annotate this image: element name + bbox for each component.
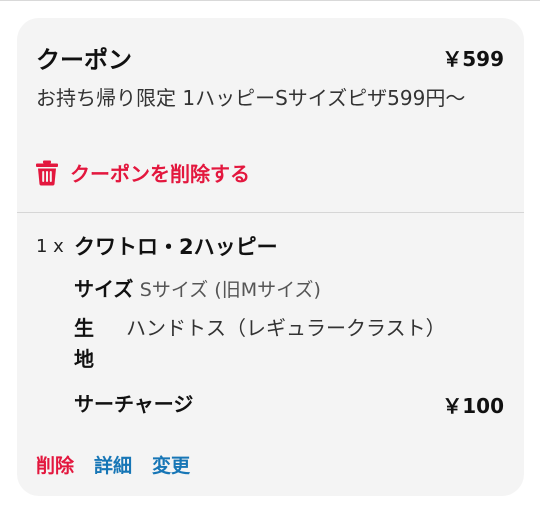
- item-actions: 削除 詳細 変更: [36, 451, 190, 478]
- dough-option-value: ハンドトス（レギュラークラスト）: [126, 316, 446, 340]
- item-quantity: 1 x: [36, 236, 64, 257]
- size-option-label: サイズ: [74, 277, 134, 301]
- delete-item-link[interactable]: 削除: [36, 451, 74, 478]
- remove-coupon-button[interactable]: クーポンを削除する: [36, 158, 250, 187]
- surcharge-price: ￥100: [442, 394, 504, 418]
- cart-item: 1 x クワトロ・2ハッピー サイズ Sサイズ (旧Mサイズ) 生地 ハンドトス…: [17, 213, 524, 496]
- trash-icon: [36, 160, 58, 185]
- coupon-price: ￥599: [442, 47, 504, 71]
- surcharge-label: サーチャージ: [74, 392, 194, 416]
- cart-card: クーポン ￥599 お持ち帰り限定 1ハッピーSサイズピザ599円〜 クーポンを…: [17, 18, 524, 496]
- coupon-section: クーポン ￥599 お持ち帰り限定 1ハッピーSサイズピザ599円〜 クーポンを…: [17, 18, 524, 212]
- top-divider: [0, 0, 540, 1]
- remove-coupon-label: クーポンを削除する: [70, 162, 250, 186]
- coupon-title: クーポン: [36, 46, 132, 74]
- item-name: クワトロ・2ハッピー: [74, 235, 278, 259]
- change-item-link[interactable]: 変更: [152, 451, 190, 478]
- item-detail-link[interactable]: 詳細: [94, 451, 132, 478]
- coupon-description: お持ち帰り限定 1ハッピーSサイズピザ599円〜: [36, 86, 466, 110]
- size-option-value: Sサイズ (旧Mサイズ): [139, 279, 321, 301]
- dough-option-label: 生地: [74, 316, 94, 371]
- size-option-row: サイズ Sサイズ (旧Mサイズ): [74, 273, 321, 302]
